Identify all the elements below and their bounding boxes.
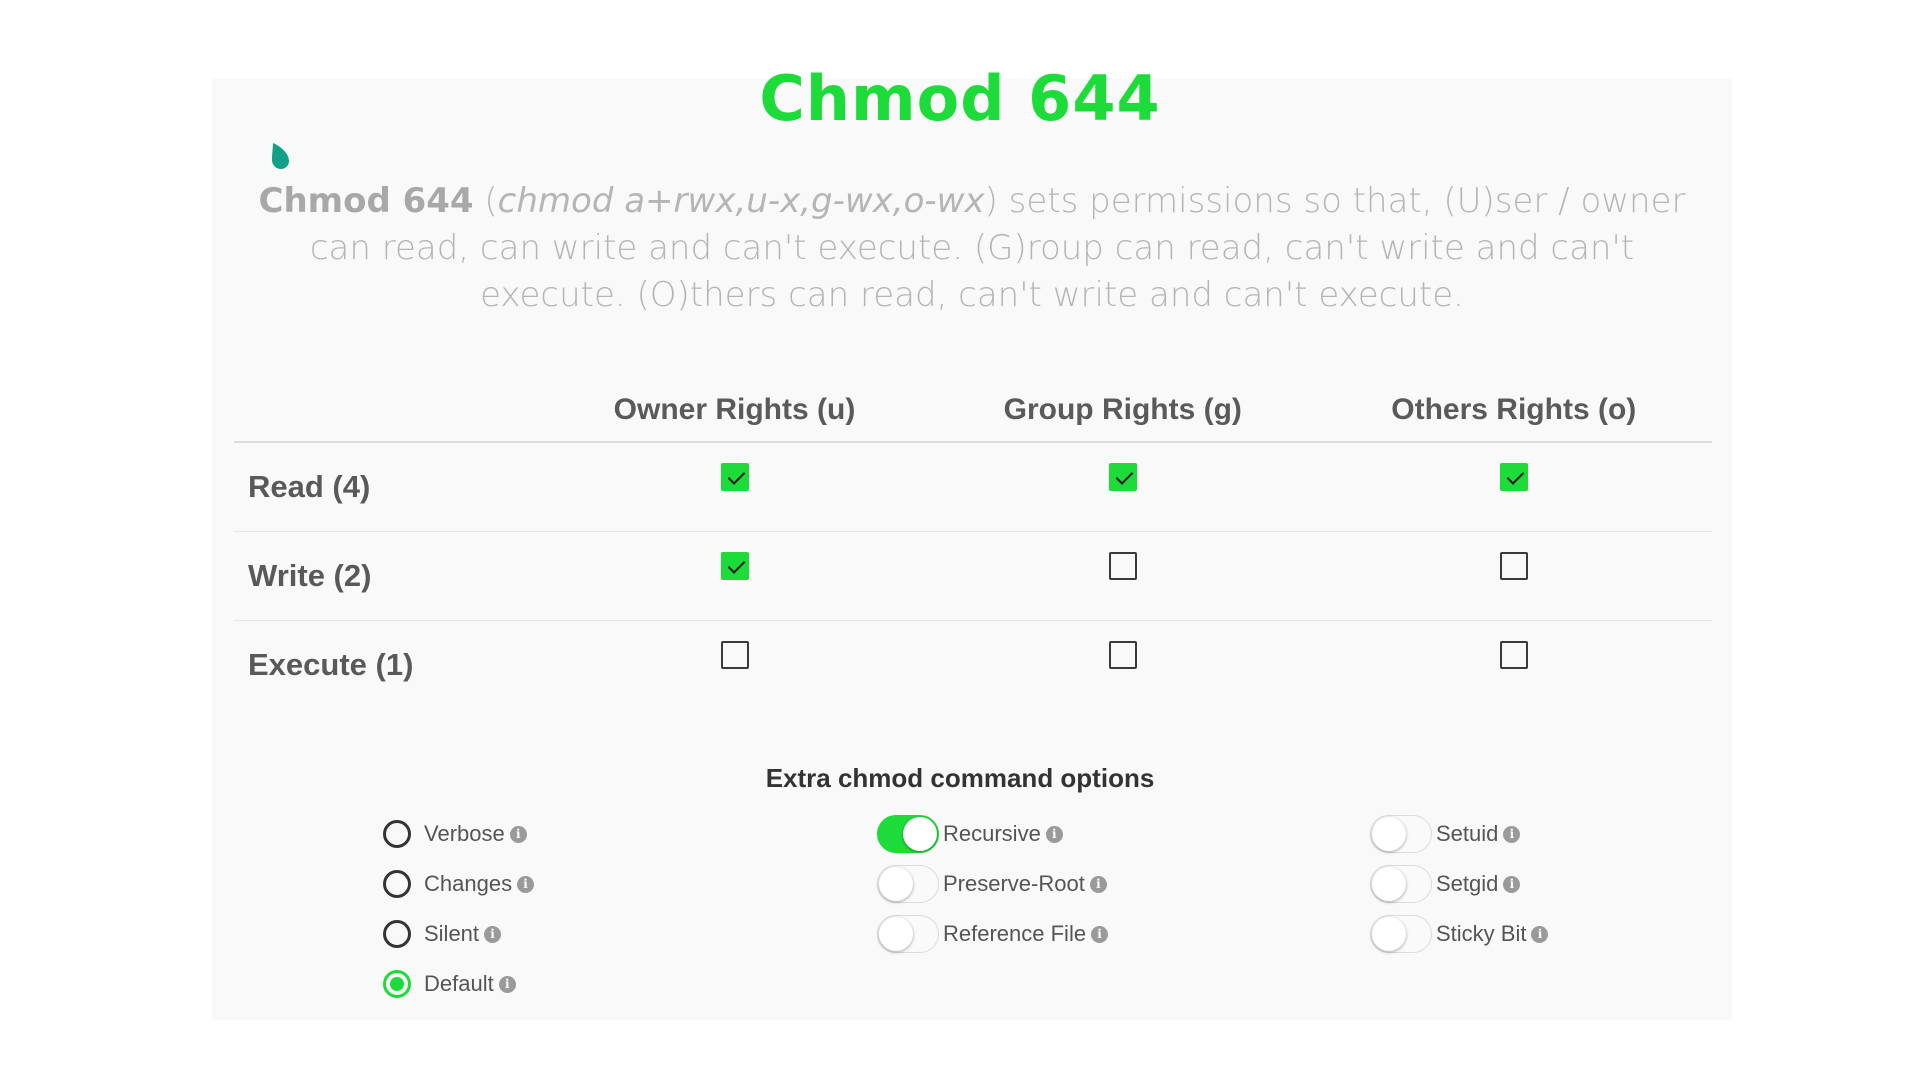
option-reference-file[interactable]: Reference File i	[877, 915, 1109, 953]
reference-file-label: Reference File	[943, 921, 1087, 946]
option-changes[interactable]: Changes i	[383, 870, 535, 898]
default-label: Default	[424, 971, 494, 996]
water-drop-icon	[272, 143, 289, 169]
setuid-toggle[interactable]	[1370, 815, 1432, 853]
checkbox-others-execute[interactable]	[1499, 641, 1528, 669]
option-default[interactable]: Default i	[383, 970, 516, 998]
checkbox-group-execute[interactable]	[1108, 641, 1137, 669]
option-preserve-root[interactable]: Preserve-Root i	[877, 865, 1107, 903]
option-setuid[interactable]: Setuid i	[1370, 815, 1521, 853]
description-bold: Chmod 644	[258, 181, 474, 221]
option-silent[interactable]: Silent i	[383, 920, 502, 948]
setgid-toggle[interactable]	[1370, 865, 1432, 903]
option-sticky-bit[interactable]: Sticky Bit i	[1370, 915, 1549, 953]
preserve-root-label: Preserve-Root	[943, 871, 1085, 896]
header-others: Others Rights (o)	[1315, 360, 1712, 443]
row-label-write: Write (2)	[234, 531, 539, 621]
checkbox-group-read[interactable]	[1108, 463, 1137, 491]
info-icon[interactable]: i	[1503, 825, 1521, 843]
sticky-bit-label: Sticky Bit	[1436, 921, 1527, 946]
checkbox-owner-read[interactable]	[720, 463, 749, 491]
option-setgid[interactable]: Setgid i	[1370, 865, 1521, 903]
table-header-row: Owner Rights (u) Group Rights (g) Others…	[234, 360, 1712, 443]
silent-label: Silent	[424, 921, 480, 946]
header-owner: Owner Rights (u)	[539, 360, 930, 443]
reference-file-toggle[interactable]	[877, 915, 939, 953]
description: Chmod 644 (chmod a+rwx,u-x,g-wx,o-wx) se…	[232, 178, 1712, 319]
preserve-root-toggle[interactable]	[877, 865, 939, 903]
setgid-label: Setgid	[1436, 871, 1499, 896]
info-icon[interactable]: i	[498, 975, 516, 993]
description-command: chmod a+rwx,u-x,g-wx,o-wx	[497, 181, 985, 221]
table-row-execute: Execute (1)	[234, 621, 1712, 710]
recursive-label: Recursive	[943, 821, 1041, 846]
info-icon[interactable]: i	[1045, 825, 1063, 843]
info-icon[interactable]: i	[484, 925, 502, 943]
verbose-label: Verbose	[424, 821, 505, 846]
info-icon[interactable]: i	[1531, 925, 1549, 943]
table-row-read: Read (4)	[234, 442, 1712, 532]
changes-label: Changes	[424, 871, 513, 896]
checkbox-owner-write[interactable]	[720, 552, 749, 580]
row-label-read: Read (4)	[234, 442, 539, 532]
checkbox-others-read[interactable]	[1499, 463, 1528, 491]
info-icon[interactable]: i	[509, 825, 527, 843]
permissions-table: Owner Rights (u) Group Rights (g) Others…	[234, 360, 1712, 709]
description-paren: (	[473, 181, 498, 221]
header-group: Group Rights (g)	[930, 360, 1316, 443]
default-radio[interactable]	[383, 970, 411, 998]
info-icon[interactable]: i	[1503, 875, 1521, 893]
row-label-execute: Execute (1)	[248, 647, 414, 682]
checkbox-others-write[interactable]	[1499, 552, 1528, 580]
sticky-bit-toggle[interactable]	[1370, 915, 1432, 953]
option-recursive[interactable]: Recursive i	[877, 815, 1063, 853]
info-icon[interactable]: i	[1091, 925, 1109, 943]
silent-radio[interactable]	[383, 920, 411, 948]
changes-radio[interactable]	[383, 870, 411, 898]
info-icon[interactable]: i	[1089, 875, 1107, 893]
table-row-write: Write (2)	[234, 531, 1712, 621]
header-blank	[234, 360, 539, 443]
page-title: Chmod 644	[759, 62, 1161, 135]
checkbox-owner-execute[interactable]	[720, 641, 749, 669]
recursive-toggle[interactable]	[877, 815, 939, 853]
setuid-label: Setuid	[1436, 821, 1499, 846]
verbose-radio[interactable]	[383, 820, 411, 848]
options-title: Extra chmod command options	[765, 763, 1155, 793]
option-verbose[interactable]: Verbose i	[383, 820, 527, 848]
checkbox-group-write[interactable]	[1108, 552, 1137, 580]
info-icon[interactable]: i	[517, 875, 535, 893]
